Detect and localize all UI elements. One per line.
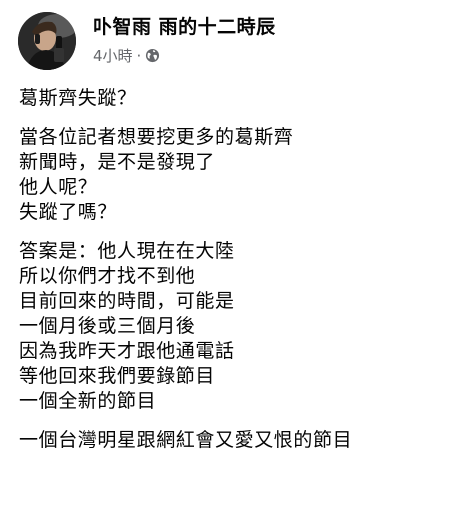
avatar-image (18, 12, 76, 70)
post-subline: 4小時 · (93, 45, 276, 66)
post-line: 一個月後或三個月後 (19, 315, 196, 337)
post-line: 所以你們才找不到他 (19, 265, 196, 287)
paragraph-3: 答案是：他人現在在大陸 所以你們才找不到他 目前回來的時間，可能是 一個月後或三… (19, 239, 440, 414)
avatar[interactable] (18, 12, 76, 70)
post-line: 一個台灣明星跟網紅會又愛又恨的節目 (19, 429, 353, 451)
post-line: 一個全新的節目 (19, 390, 157, 412)
post-timestamp[interactable]: 4小時 (93, 45, 133, 66)
separator-dot: · (136, 46, 142, 65)
post-line: 新聞時，是不是發現了 (19, 151, 216, 173)
post-line: 當各位記者想要挖更多的葛斯齊 (19, 126, 294, 148)
post-meta: 卟智雨 雨的十二時辰 4小時 · (93, 14, 276, 66)
post-line: 因為我昨天才跟他通電話 (19, 340, 235, 362)
facebook-post: 卟智雨 雨的十二時辰 4小時 · 葛斯齊失蹤？ 當各位記者想要挖更多的葛斯齊 新… (0, 0, 450, 514)
paragraph-4: 一個台灣明星跟網紅會又愛又恨的節目 (19, 428, 440, 453)
paragraph-1: 葛斯齊失蹤？ (19, 86, 440, 111)
post-line: 失蹤了嗎？ (19, 201, 118, 223)
post-line: 他人呢？ (19, 176, 98, 198)
globe-icon[interactable] (145, 48, 160, 63)
post-line: 等他回來我們要錄節目 (19, 365, 216, 387)
post-header: 卟智雨 雨的十二時辰 4小時 · (18, 12, 276, 70)
paragraph-2: 當各位記者想要挖更多的葛斯齊 新聞時，是不是發現了 他人呢？ 失蹤了嗎？ (19, 125, 440, 225)
post-line: 葛斯齊失蹤？ (19, 87, 137, 109)
post-body: 葛斯齊失蹤？ 當各位記者想要挖更多的葛斯齊 新聞時，是不是發現了 他人呢？ 失蹤… (19, 86, 440, 467)
post-line: 答案是：他人現在在大陸 (19, 240, 235, 262)
post-line: 目前回來的時間，可能是 (19, 290, 235, 312)
author-name[interactable]: 卟智雨 雨的十二時辰 (93, 14, 276, 40)
